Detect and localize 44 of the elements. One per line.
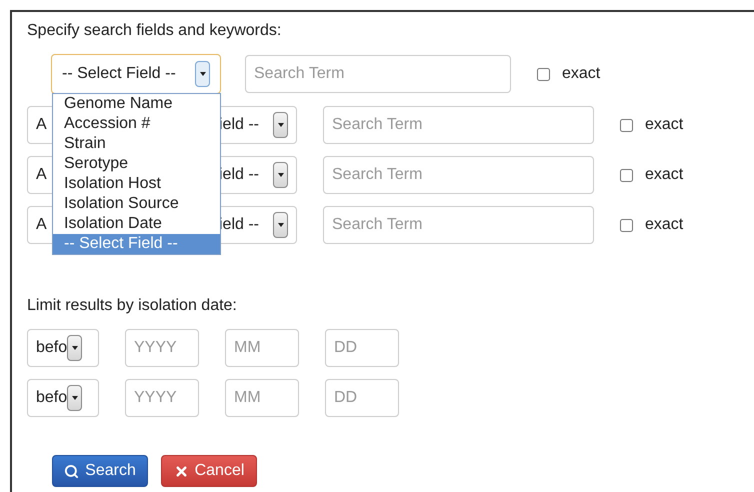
comparator-select[interactable]: befo (27, 329, 99, 367)
search-term-field[interactable]: Search Term (323, 156, 594, 194)
select-value: A (36, 115, 47, 135)
exact-checkbox[interactable] (620, 168, 633, 182)
dropdown-option[interactable]: Isolation Host (53, 174, 220, 194)
dropdown-arrow-icon[interactable] (273, 212, 288, 238)
close-icon (174, 464, 189, 478)
section-heading: Specify search fields and keywords: (27, 21, 282, 41)
exact-label: exact (562, 64, 600, 84)
dropdown-option[interactable]: Accession # (53, 114, 220, 134)
select-value: A (36, 165, 47, 185)
select-value: A (36, 215, 47, 235)
search-term-field[interactable]: Search Term (323, 206, 594, 244)
exact-label: exact (645, 115, 684, 135)
cancel-button[interactable]: Cancel (161, 455, 257, 487)
dropdown-arrow-icon[interactable] (67, 335, 82, 361)
month-field[interactable]: MM (225, 379, 299, 417)
dropdown-arrow-icon[interactable] (67, 385, 82, 411)
select-value: befo (36, 338, 68, 358)
dropdown-option[interactable]: Isolation Source (53, 194, 220, 214)
exact-checkbox[interactable] (620, 218, 633, 232)
dropdown-option[interactable]: Serotype (53, 154, 220, 174)
dropdown-arrow-icon[interactable] (273, 112, 288, 138)
search-button[interactable]: Search (52, 455, 148, 487)
year-field[interactable]: YYYY (125, 379, 199, 417)
dropdown-option[interactable]: Genome Name (53, 94, 220, 114)
search-term-field[interactable]: Search Term (323, 106, 594, 144)
year-field[interactable]: YYYY (125, 329, 199, 367)
exact-checkbox[interactable] (620, 118, 633, 132)
section-heading: Limit results by isolation date: (27, 296, 238, 316)
search-icon (64, 464, 80, 478)
exact-checkbox[interactable] (537, 68, 550, 80)
search-term-field[interactable]: Search Term (245, 55, 511, 93)
select-value: befo (36, 388, 68, 408)
comparator-select[interactable]: befo (27, 379, 99, 417)
dropdown-arrow-icon[interactable] (195, 61, 210, 87)
dropdown-option[interactable]: Isolation Date (53, 214, 220, 234)
exact-label: exact (645, 165, 684, 185)
month-field[interactable]: MM (225, 329, 299, 367)
dropdown-option[interactable]: Strain (53, 134, 220, 154)
dropdown-arrow-icon[interactable] (273, 162, 288, 188)
exact-label: exact (645, 215, 684, 235)
day-field[interactable]: DD (325, 379, 399, 417)
day-field[interactable]: DD (325, 329, 399, 367)
